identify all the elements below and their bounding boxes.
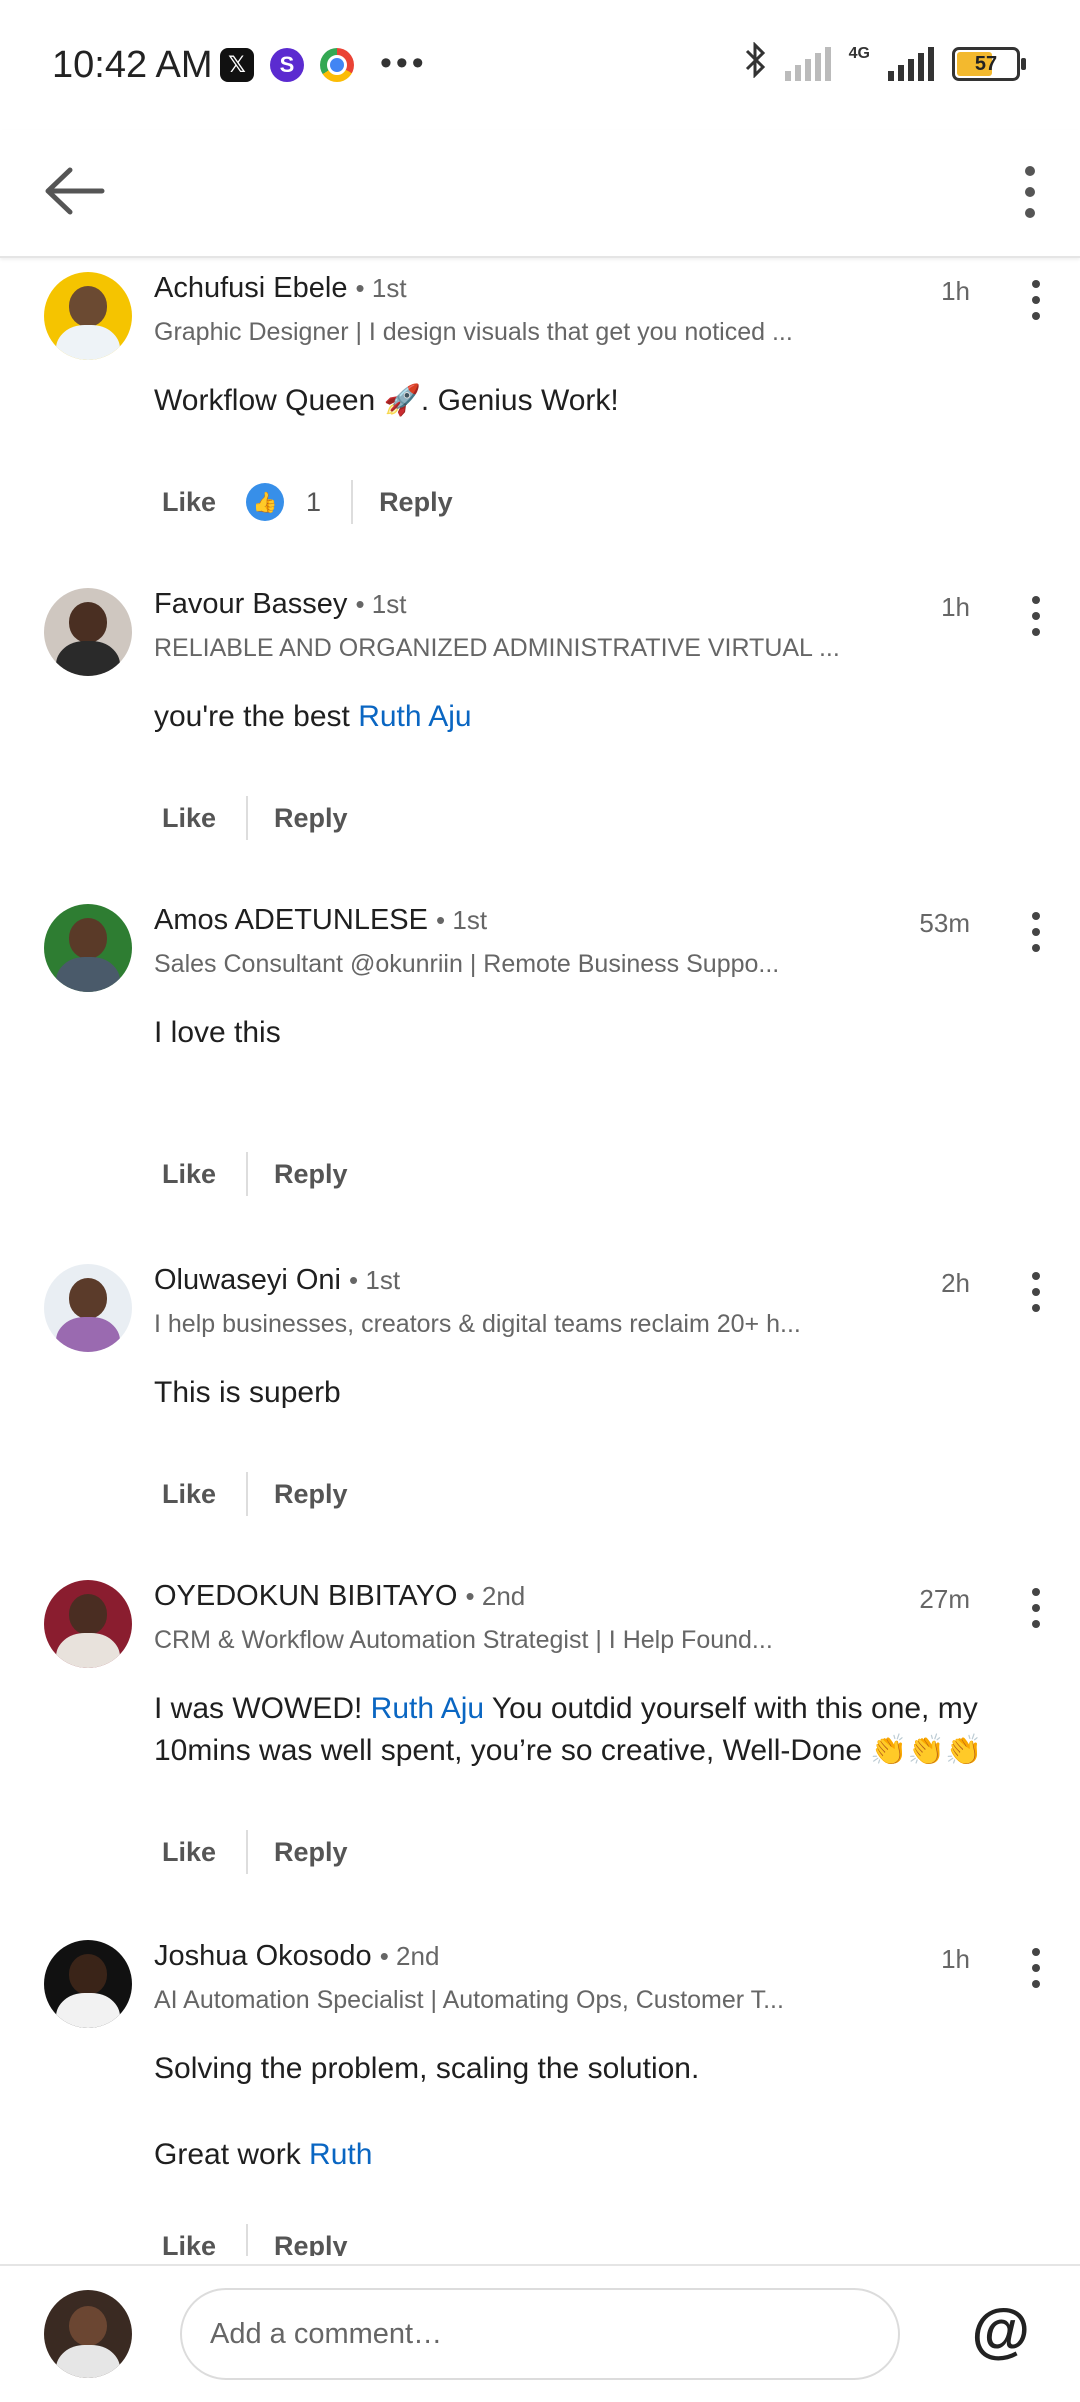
like-button[interactable]: Like: [162, 2231, 216, 2257]
comment-input[interactable]: Add a comment…: [180, 2288, 900, 2380]
divider: [351, 480, 354, 524]
reply-button[interactable]: Reply: [274, 1479, 348, 1510]
divider: [246, 1830, 249, 1874]
battery-icon: 57: [952, 47, 1026, 81]
comment-time: 1h: [941, 276, 970, 306]
comment-author[interactable]: Oluwaseyi Oni • 1st: [154, 1264, 400, 1297]
avatar[interactable]: [44, 1940, 132, 2028]
comment-text-line2: Great work Ruth: [154, 2138, 373, 2171]
reply-button[interactable]: Reply: [274, 1159, 348, 1190]
chrome-icon: [320, 48, 354, 82]
mention-link[interactable]: Ruth Aju: [358, 700, 471, 733]
comment-time: 1h: [941, 592, 970, 622]
back-arrow-icon[interactable]: [40, 160, 110, 222]
comment-actions: Like Reply: [162, 2224, 348, 2256]
reply-button[interactable]: Reply: [274, 803, 348, 834]
like-button[interactable]: Like: [162, 487, 216, 518]
overflow-menu-icon[interactable]: [1000, 152, 1060, 232]
mention-link[interactable]: Ruth Aju: [371, 1692, 484, 1725]
app-bar: [0, 130, 1080, 258]
author-headline: Graphic Designer | I design visuals that…: [154, 318, 793, 346]
comment-author[interactable]: OYEDOKUN BIBITAYO • 2nd: [154, 1580, 525, 1613]
comment-menu-icon[interactable]: [1018, 900, 1054, 964]
like-button[interactable]: Like: [162, 1159, 216, 1190]
comment-text: Workflow Queen 🚀. Genius Work!: [154, 384, 619, 417]
reply-button[interactable]: Reply: [379, 487, 453, 518]
author-headline: AI Automation Specialist | Automating Op…: [154, 1986, 784, 2014]
comment-time: 27m: [919, 1584, 970, 1614]
divider: [246, 1472, 249, 1516]
battery-level: 57: [974, 52, 998, 75]
like-button[interactable]: Like: [162, 1479, 216, 1510]
like-button[interactable]: Like: [162, 1837, 216, 1868]
comment-time: 53m: [919, 908, 970, 938]
author-headline: RELIABLE AND ORGANIZED ADMINISTRATIVE VI…: [154, 634, 840, 662]
more-dots-icon: •••: [380, 44, 428, 82]
comment-actions: Like Reply: [162, 1830, 348, 1874]
comment-author[interactable]: Achufusi Ebele • 1st: [154, 272, 407, 305]
comment-item: OYEDOKUN BIBITAYO • 2nd CRM & Workflow A…: [0, 1566, 1080, 1926]
mention-at-icon[interactable]: @: [971, 2296, 1030, 2365]
comment-actions: Like Reply: [162, 796, 348, 840]
avatar[interactable]: [44, 1580, 132, 1668]
comment-item: Joshua Okosodo • 2nd AI Automation Speci…: [0, 1926, 1080, 2256]
comment-text: I love this: [154, 1016, 281, 1049]
comment-text: you're the best Ruth Aju: [154, 700, 472, 733]
status-icons: 4G 57: [743, 41, 1026, 86]
avatar[interactable]: [44, 588, 132, 676]
reaction-count[interactable]: 1: [306, 487, 321, 518]
avatar[interactable]: [44, 904, 132, 992]
author-headline: Sales Consultant @okunriin | Remote Busi…: [154, 950, 780, 978]
comment-menu-icon[interactable]: [1018, 268, 1054, 332]
comment-text: I was WOWED! Ruth Aju You outdid yoursel…: [154, 1692, 983, 1767]
comment-time: 2h: [941, 1268, 970, 1298]
comment-text: Solving the problem, scaling the solutio…: [154, 2052, 700, 2085]
comment-item: Amos ADETUNLESE • 1st Sales Consultant @…: [0, 890, 1080, 1250]
author-headline: CRM & Workflow Automation Strategist | I…: [154, 1626, 773, 1654]
comment-item: Achufusi Ebele • 1st Graphic Designer | …: [0, 258, 1080, 574]
s-app-icon: S: [270, 48, 304, 82]
comment-actions: Like 👍 1 Reply: [162, 480, 453, 524]
comment-menu-icon[interactable]: [1018, 1576, 1054, 1640]
comment-item: Oluwaseyi Oni • 1st I help businesses, c…: [0, 1250, 1080, 1566]
reply-button[interactable]: Reply: [274, 1837, 348, 1868]
divider: [246, 2224, 249, 2256]
bluetooth-icon: [743, 41, 767, 86]
signal-strong-icon: [888, 47, 934, 81]
like-button[interactable]: Like: [162, 803, 216, 834]
reply-button[interactable]: Reply: [274, 2231, 348, 2257]
comment-time: 1h: [941, 1944, 970, 1974]
divider: [246, 1152, 249, 1196]
comment-composer: Add a comment… @: [0, 2264, 1080, 2402]
comment-menu-icon[interactable]: [1018, 1260, 1054, 1324]
avatar[interactable]: [44, 272, 132, 360]
avatar[interactable]: [44, 1264, 132, 1352]
network-type: 4G: [848, 45, 870, 62]
comment-actions: Like Reply: [162, 1152, 348, 1196]
comment-actions: Like Reply: [162, 1472, 348, 1516]
mention-link[interactable]: Ruth: [309, 2138, 372, 2171]
status-bar: 10:42 AM 𝕏 S ••• 4G 57: [0, 0, 1080, 130]
comment-author[interactable]: Amos ADETUNLESE • 1st: [154, 904, 487, 937]
comment-author[interactable]: Favour Bassey • 1st: [154, 588, 407, 621]
signal-icon: [784, 47, 831, 81]
comments-list: Achufusi Ebele • 1st Graphic Designer | …: [0, 258, 1080, 2256]
comment-menu-icon[interactable]: [1018, 584, 1054, 648]
comment-author[interactable]: Joshua Okosodo • 2nd: [154, 1940, 439, 1973]
thumbs-up-icon[interactable]: 👍: [246, 483, 285, 521]
comment-text: This is superb: [154, 1376, 341, 1409]
profile-avatar[interactable]: [44, 2290, 132, 2378]
divider: [246, 796, 249, 840]
status-time: 10:42 AM: [52, 44, 213, 86]
comment-menu-icon[interactable]: [1018, 1936, 1054, 2000]
comment-item: Favour Bassey • 1st RELIABLE AND ORGANIZ…: [0, 574, 1080, 890]
x-app-icon: 𝕏: [220, 48, 254, 82]
author-headline: I help businesses, creators & digital te…: [154, 1310, 801, 1338]
